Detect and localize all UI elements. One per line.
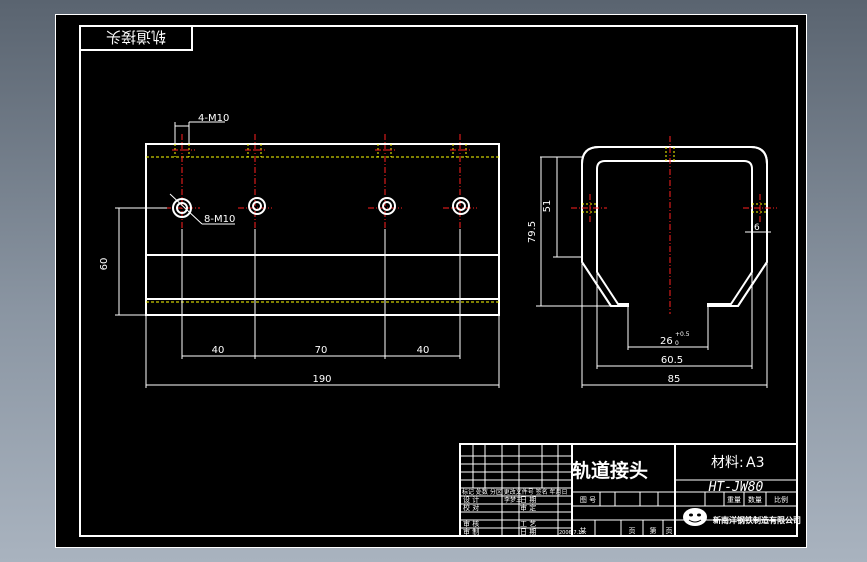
hole-3 [378, 197, 396, 215]
label-slot-tol-upper: +0.5 [675, 331, 690, 338]
date-label-3: 工 艺 [520, 520, 536, 528]
company-logo-icon [683, 508, 707, 526]
row-label-3: 审 核 [463, 519, 479, 528]
row-label-2: 校 对 [463, 503, 479, 512]
date-label-4: 日 期 [520, 528, 536, 536]
label-outer-height: 79.5 [527, 221, 538, 243]
thread-hole-hidden [174, 144, 467, 157]
col-drawing-no: 图 号 [580, 496, 596, 504]
stamp-box: 轨道接头 [79, 25, 193, 51]
col-scale: 比例 [774, 495, 788, 504]
label-inner-width: 60.5 [661, 355, 683, 366]
label-overall-length: 190 [312, 374, 331, 385]
footer-of: 第 [650, 526, 657, 535]
drawing-number: HT-JW80 [708, 480, 764, 495]
label-slot-tol-lower: 0 [675, 340, 679, 347]
dim-side-heights [536, 156, 611, 307]
front-view: 4-M10 8-M10 60 40 70 40 190 [99, 113, 500, 388]
row-label-1: 设 计 [463, 495, 479, 504]
col-weight: 重量 [727, 496, 741, 504]
footer-page-2: 页 [666, 527, 673, 535]
cad-viewport: 轨道接头 4-M10 8-M10 60 40 70 40 190 51 79.5… [0, 0, 867, 562]
company-name: 新南洋钢铁制造有限公司 [713, 515, 801, 525]
label-hole-offset: 6 [754, 223, 760, 233]
inner-frame [79, 25, 798, 537]
drawing-canvas: 轨道接头 4-M10 8-M10 60 40 70 40 190 51 79.5… [55, 14, 807, 548]
footer-page-1: 页 [629, 527, 636, 535]
label-outer-width: 85 [668, 374, 681, 385]
label-through-holes: 8-M10 [204, 214, 235, 225]
material-label: 材料: [711, 455, 744, 471]
dim-outer-width [581, 262, 768, 388]
label-spacing-left: 40 [212, 345, 225, 356]
side-view: 51 79.5 6 26 +0.5 0 60.5 85 [527, 136, 777, 388]
label-spacing-mid: 70 [315, 345, 328, 356]
label-inner-height: 51 [542, 200, 553, 213]
dim-thread-holes [174, 121, 225, 144]
outer-frame [55, 14, 807, 548]
stamp-text: 轨道接头 [106, 28, 166, 46]
label-slot-width: 26 [660, 336, 673, 347]
date-label-1: 日 期 [520, 496, 536, 504]
side-hidden-holes [582, 147, 767, 213]
channel-profile [581, 146, 768, 307]
revision-header: 标记 处数 分区 更改文件号 签名 年月日 [462, 488, 568, 496]
label-spacing-right: 40 [417, 345, 430, 356]
row-label-4: 审 制 [463, 527, 479, 536]
label-height: 60 [99, 258, 110, 271]
label-thread-holes: 4-M10 [198, 113, 229, 124]
hole-4 [452, 197, 470, 215]
date-label-2: 审 定 [520, 503, 536, 512]
drawing-sheet: 轨道接头 4-M10 8-M10 60 40 70 40 190 51 79.5… [55, 14, 807, 548]
footer-total: 共 [580, 526, 587, 535]
part-name: 轨道接头 [572, 459, 648, 482]
hole-2 [248, 197, 266, 215]
col-quantity: 数量 [748, 495, 762, 504]
side-centerlines [571, 136, 777, 314]
material-value: A3 [746, 455, 764, 471]
dim-spacing [145, 229, 500, 388]
front-outline [145, 143, 500, 316]
